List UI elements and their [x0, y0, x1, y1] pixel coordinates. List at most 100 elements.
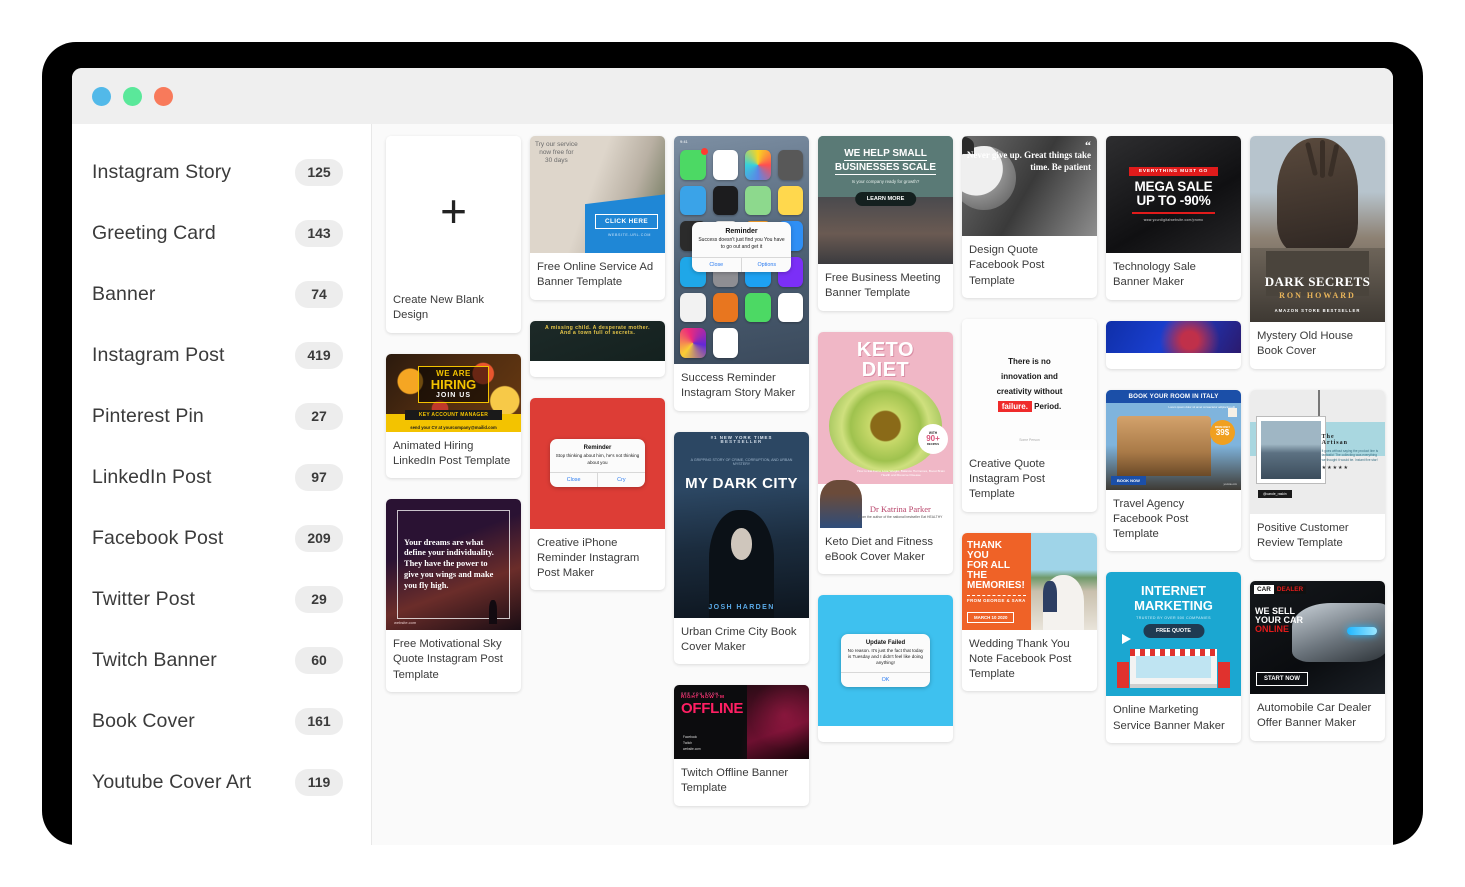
sidebar-item-facebook-post[interactable]: Facebook Post 209 [72, 508, 371, 569]
template-card-online-service-ad[interactable]: Try our service now free for 30 days CLI… [530, 136, 665, 300]
card-caption: Creative iPhone Reminder Instagram Post … [537, 536, 640, 580]
template-gallery[interactable]: + Create New Blank Design WE ARE HIRING … [372, 124, 1393, 845]
window-dot-blue[interactable] [92, 86, 111, 106]
art-author: RON HOWARD [1279, 290, 1356, 300]
alert-title: Update Failed [865, 639, 906, 646]
art-blurb: Lorem ipsum dolor sit amet consectetur a… [1168, 404, 1235, 409]
ios-alert-dialog: Reminder Success doesn't just find you Y… [691, 222, 792, 272]
art-line-2: DIET [861, 358, 910, 381]
art-author-sub: From the author of the national bestsell… [858, 514, 943, 519]
sidebar-item-pinterest-pin[interactable]: Pinterest Pin 27 [72, 386, 371, 447]
art-url: www.yourdigitalwebsite.com/promo [1143, 218, 1204, 223]
sidebar-item-youtube-cover-art[interactable]: Youtube Cover Art 119 [72, 752, 371, 813]
browser-window: Instagram Story 125 Greeting Card 143 Ba… [72, 68, 1393, 845]
card-caption [1106, 353, 1241, 369]
thumbnail: Reminder Stop thinking about him, he's n… [530, 397, 665, 529]
card-caption: Twitch Offline Banner Template [681, 767, 789, 795]
sidebar-item-label: Book Cover [92, 710, 195, 732]
art-highlight: failure. [997, 401, 1032, 413]
card-caption: Keto Diet and Fitness eBook Cover Maker [825, 535, 934, 563]
sidebar-item-instagram-story[interactable]: Instagram Story 125 [72, 142, 371, 203]
card-caption [818, 726, 953, 742]
alert-button-close[interactable]: Close [692, 258, 741, 272]
art-sub: TRUSTED BY OVER 500 COMPANIES [1136, 616, 1211, 621]
art-cta-button[interactable]: START NOW [1256, 672, 1308, 686]
thumbnail: SEE YOU SOON RIGHT NOW I'M OFFLINE Faceb… [674, 685, 809, 759]
thumbnail: EVERYTHING MUST GO MEGA SALE UP TO -90% … [1106, 136, 1241, 253]
template-card-my-dark-city[interactable]: #1 NEW YORK TIMES BESTSELLER A GRIPPING … [674, 431, 809, 664]
template-card-hiring[interactable]: WE ARE HIRING JOIN US KEY ACCOUNT MANAGE… [386, 353, 521, 478]
sidebar-item-instagram-post[interactable]: Instagram Post 419 [72, 325, 371, 386]
art-ribbon: KEY ACCOUNT MANAGER [404, 409, 503, 420]
sidebar-item-label: LinkedIn Post [92, 466, 212, 488]
alert-button-options[interactable]: Options [741, 257, 791, 272]
art-cta-button[interactable]: LEARN MORE [854, 192, 917, 207]
template-card-success-reminder[interactable]: 9:41 Reminder Success doesn't just find … [674, 136, 809, 411]
template-card-internet-marketing[interactable]: INTERNET MARKETING TRUSTED BY OVER 500 C… [1106, 572, 1241, 743]
art-line-1: WE HELP SMALL [844, 148, 927, 162]
alert-button-close[interactable]: Close [550, 473, 597, 487]
template-card-update-failed[interactable]: Update Failed No reason. It's just the f… [818, 595, 953, 742]
thumbnail: INTERNET MARKETING TRUSTED BY OVER 500 C… [1106, 572, 1241, 697]
sidebar-item-label: Greeting Card [92, 222, 216, 244]
art-brand-1: CAR [1254, 585, 1274, 594]
alert-message: No reason. It's just the fact that today… [847, 647, 924, 666]
template-card-keto-diet[interactable]: KETO DIET WITH 90+ RECIPES How to Eat Fa… [818, 331, 953, 574]
art-stars: ★★★★★ [1321, 465, 1350, 472]
template-card-technology-sale[interactable]: EVERYTHING MUST GO MEGA SALE UP TO -90% … [1106, 136, 1241, 300]
template-card-wedding-thank-you[interactable]: THANK YOU FOR ALL THE MEMORIES! FROM GEO… [962, 532, 1097, 692]
sidebar-item-greeting-card[interactable]: Greeting Card 143 [72, 203, 371, 264]
sidebar-item-book-cover[interactable]: Book Cover 161 [72, 691, 371, 752]
card-caption [530, 361, 665, 377]
art-tag: EVERYTHING MUST GO [1128, 166, 1219, 176]
art-line-1: KETO [856, 338, 915, 361]
sidebar-item-count: 119 [295, 769, 343, 796]
alert-message: Success doesn't just find you You have t… [698, 237, 785, 250]
card-caption: Positive Customer Review Template [1257, 521, 1349, 549]
template-card-iphone-reminder[interactable]: Reminder Stop thinking about him, he's n… [530, 397, 665, 591]
thumbnail: + [386, 136, 521, 286]
template-card-travel-agency[interactable]: BOOK YOUR ROOM IN ITALY Lorem ipsum dolo… [1106, 389, 1241, 552]
art-line-1: INTERNET [1141, 583, 1206, 599]
template-card-motivational-sky[interactable]: Your dreams are what define your individ… [386, 499, 521, 692]
template-card-business-meeting[interactable]: WE HELP SMALL BUSINESSES SCALE Is your c… [818, 136, 953, 311]
sidebar-item-twitter-post[interactable]: Twitter Post 29 [72, 569, 371, 630]
template-card-blue-abstract[interactable] [1106, 320, 1241, 369]
art-line-1: MEGA SALE [1134, 178, 1213, 194]
sidebar-item-count: 29 [295, 586, 343, 613]
ios-alert-dialog: Reminder Stop thinking about him, he's n… [550, 439, 645, 487]
template-card-customer-review[interactable]: @carole_raskin The Artisan It goes witho… [1250, 389, 1385, 560]
template-card-car-dealer[interactable]: CAR DEALER WE SELL YOUR CAR ONLINE START… [1250, 581, 1385, 741]
template-card-dark-secrets[interactable]: DARK SECRETS RON HOWARD AMAZON STORE BES… [1250, 136, 1385, 369]
template-card-missing-child[interactable]: A missing child. A desperate mother. And… [530, 320, 665, 377]
sidebar-item-count: 161 [295, 708, 343, 735]
template-card-design-quote[interactable]: “ Never give up. Great things take time.… [962, 136, 1097, 298]
art-line-3: MEMORIES! [967, 580, 1025, 592]
art-brand-2: Artisan [1321, 439, 1348, 446]
card-caption: Wedding Thank You Note Facebook Post Tem… [969, 637, 1072, 681]
art-quote-mark: “ [1085, 138, 1091, 152]
window-body: Instagram Story 125 Greeting Card 143 Ba… [72, 124, 1393, 845]
template-card-creative-quote[interactable]: There is no innovation and creativity wi… [962, 318, 1097, 512]
art-badge-bottom: RECIPES [926, 441, 940, 446]
art-line-4: Period. [1034, 402, 1062, 412]
alert-button-cry[interactable]: Cry [597, 472, 645, 487]
card-caption: Travel Agency Facebook Post Template [1113, 497, 1189, 541]
ios-alert-dialog: Update Failed No reason. It's just the f… [840, 633, 931, 688]
template-card-twitch-offline[interactable]: SEE YOU SOON RIGHT NOW I'M OFFLINE Faceb… [674, 685, 809, 806]
template-card-create-blank[interactable]: + Create New Blank Design [386, 136, 521, 333]
alert-button-ok[interactable]: OK [841, 673, 930, 687]
art-url: WEBSITE-URL.COM [608, 233, 651, 237]
art-cta-button[interactable]: BOOK NOW [1111, 475, 1146, 485]
art-line-3: JOIN US [435, 391, 471, 399]
sidebar-item-linkedin-post[interactable]: LinkedIn Post 97 [72, 447, 371, 508]
art-line-2: UP TO -90% [1136, 192, 1211, 208]
window-dot-red[interactable] [154, 86, 173, 106]
plus-icon: + [440, 185, 467, 237]
sidebar-item-twitch-banner[interactable]: Twitch Banner 60 [72, 630, 371, 691]
art-cta-button[interactable]: FREE QUOTE [1142, 624, 1205, 639]
sidebar-item-banner[interactable]: Banner 74 [72, 264, 371, 325]
art-author: Dr Katrina Parker [869, 503, 931, 514]
art-line-2: innovation and [1001, 372, 1058, 382]
window-dot-green[interactable] [123, 86, 142, 106]
